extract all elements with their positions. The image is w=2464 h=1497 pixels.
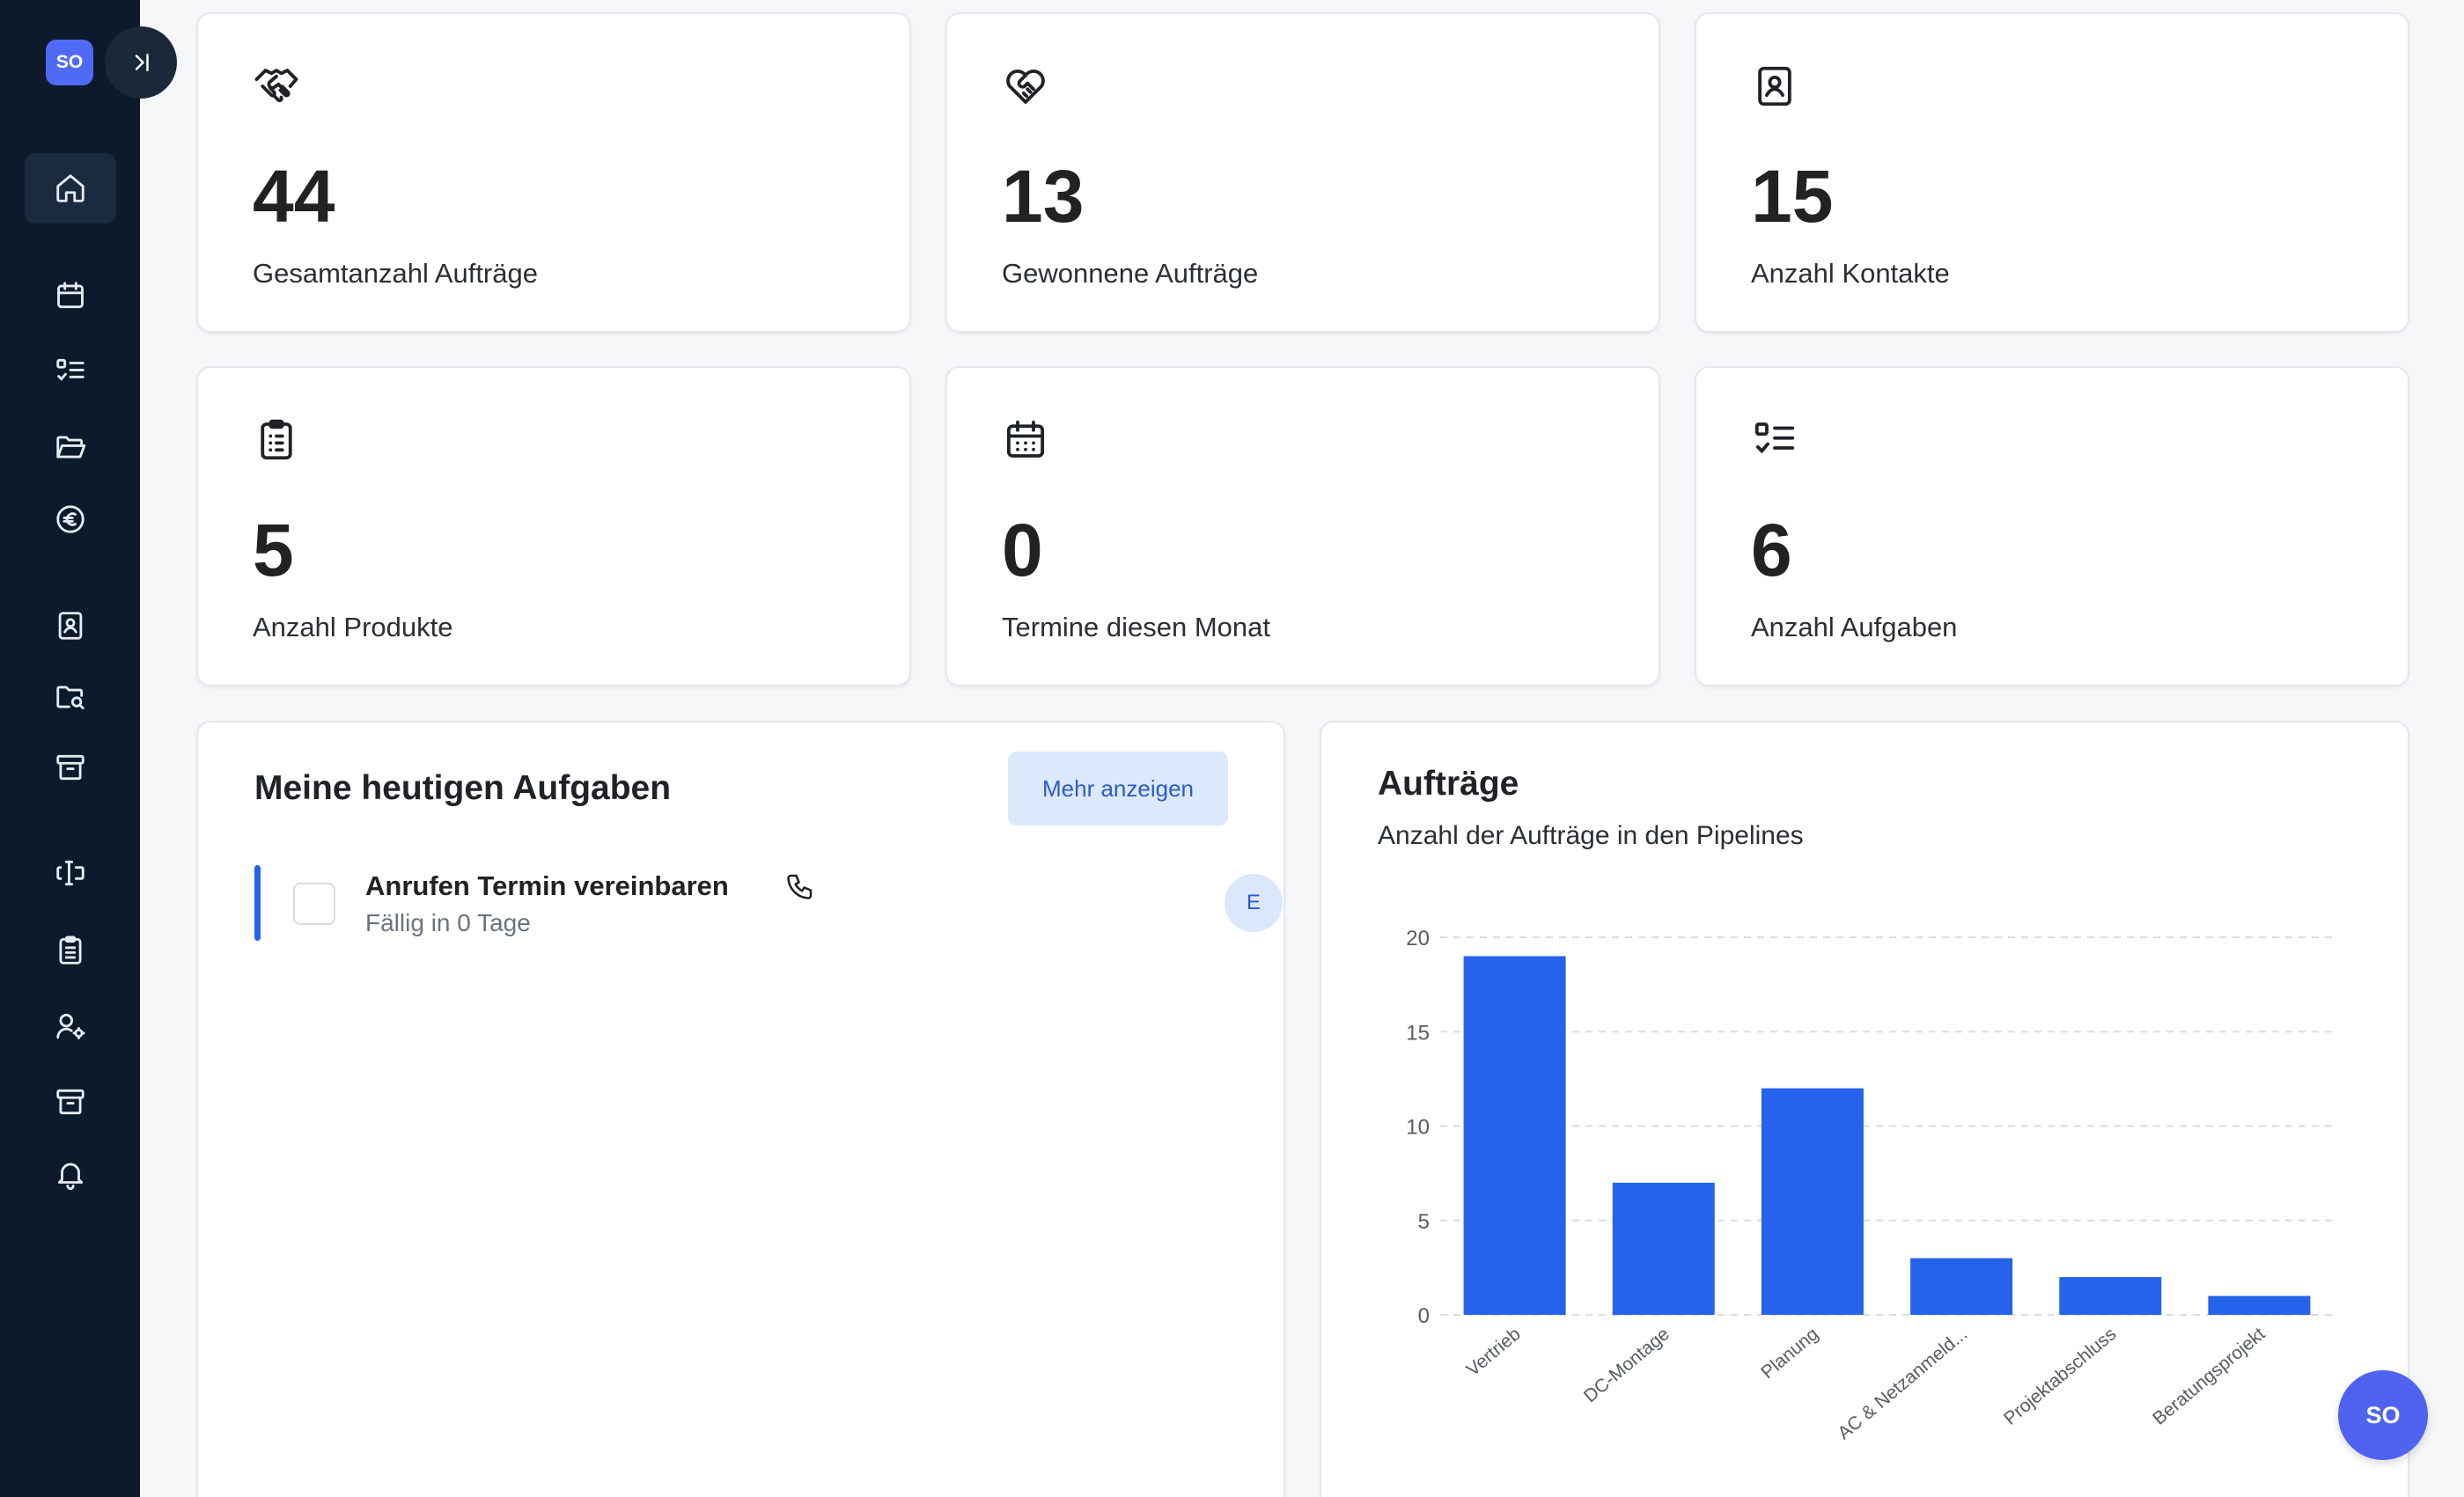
sidebar-item-archive[interactable] — [25, 732, 116, 803]
sidebar-collapse-button[interactable] — [105, 26, 177, 99]
sidebar-item-user-settings[interactable] — [25, 991, 116, 1061]
user-cog-icon — [56, 1013, 85, 1039]
y-tick-label: 15 — [1406, 1021, 1430, 1045]
archive-icon — [56, 754, 85, 781]
stat-card-contacts: 15 Anzahl Kontakte — [1695, 12, 2409, 333]
task-item[interactable]: Anrufen Termin vereinbaren Fällig in 0 T… — [254, 865, 1283, 943]
stat-label: Gesamtanzahl Aufträge — [253, 258, 538, 289]
stat-label: Anzahl Kontakte — [1751, 258, 1950, 289]
contact-book-icon — [1758, 66, 1791, 106]
sidebar: SO — [0, 0, 140, 1497]
archive-icon — [56, 1089, 85, 1115]
stat-value: 15 — [1751, 155, 1834, 238]
sidebar-item-clipboard[interactable] — [25, 915, 116, 986]
app-logo[interactable]: SO — [46, 40, 93, 85]
bar-0 — [1463, 956, 1566, 1315]
stat-card-total-orders: 44 Gesamtanzahl Aufträge — [196, 12, 911, 333]
folder-search-icon — [56, 686, 85, 710]
stat-label: Gewonnene Aufträge — [1002, 258, 1259, 289]
euro-icon — [56, 505, 85, 533]
x-tick-label: Vertrieb — [1463, 1324, 1525, 1380]
stat-card-products: 5 Anzahl Produkte — [196, 366, 911, 686]
text-cursor-icon — [56, 860, 85, 886]
bar-5 — [2208, 1295, 2311, 1315]
stat-value: 44 — [253, 155, 335, 238]
contact-book-icon — [58, 612, 83, 640]
sidebar-item-contacts[interactable] — [25, 591, 116, 661]
checklist-icon — [56, 358, 85, 381]
bar-3 — [1910, 1258, 2013, 1315]
stat-value: 6 — [1751, 509, 1792, 591]
bar-4 — [2059, 1277, 2162, 1315]
y-tick-label: 10 — [1406, 1116, 1430, 1140]
stat-label: Termine diesen Monat — [1002, 612, 1270, 642]
sidebar-item-projects[interactable] — [25, 412, 116, 482]
clipboard-icon — [59, 936, 82, 965]
phone-icon — [787, 874, 813, 899]
stat-card-won-orders: 13 Gewonnene Aufträge — [945, 12, 1660, 333]
calendar-icon — [57, 282, 84, 309]
stat-value: 0 — [1002, 509, 1043, 591]
y-tick-label: 5 — [1418, 1210, 1430, 1234]
tasks-panel-title: Meine heutigen Aufgaben — [254, 769, 672, 807]
orders-bar-chart: 0 5 10 15 20 Vertrieb DC-Montage Planung AC & Ne… — [1406, 927, 2334, 1443]
bar-2 — [1761, 1088, 1864, 1315]
sidebar-item-home[interactable] — [25, 153, 116, 224]
task-priority-bar — [254, 865, 261, 941]
x-tick-label: DC-Montage — [1580, 1324, 1673, 1406]
handshake-icon — [254, 69, 298, 103]
calendar-days-icon — [1006, 420, 1045, 458]
bell-icon — [57, 1163, 84, 1190]
sidebar-item-calendar[interactable] — [25, 261, 116, 331]
task-due-date: Fällig in 0 Tage — [365, 909, 531, 936]
x-tick-label: Projektabschluss — [2000, 1324, 2120, 1429]
sidebar-item-notifications[interactable] — [25, 1139, 116, 1209]
clipboard-list-icon — [261, 419, 292, 460]
sidebar-item-tasks[interactable] — [25, 336, 116, 407]
stat-card-tasks: 6 Anzahl Aufgaben — [1695, 366, 2409, 686]
task-title[interactable]: Anrufen Termin vereinbaren — [365, 870, 729, 902]
stat-label: Anzahl Produkte — [253, 612, 453, 642]
x-tick-label: Planung — [1757, 1324, 1822, 1383]
y-tick-label: 0 — [1418, 1304, 1430, 1328]
checklist-icon — [1754, 422, 1795, 454]
bar-1 — [1612, 1182, 1715, 1315]
orders-chart-panel: Aufträge Anzahl der Aufträge in den Pipe… — [1320, 721, 2409, 1497]
stat-card-appointments: 0 Termine diesen Monat — [945, 366, 1660, 686]
stat-label: Anzahl Aufgaben — [1751, 612, 1958, 642]
x-tick-label: Beratungsprojekt — [2149, 1324, 2269, 1429]
user-avatar-button[interactable]: SO — [2338, 1370, 2428, 1460]
today-tasks-panel: Meine heutigen Aufgaben Mehr anzeigen An… — [196, 721, 1285, 1497]
sidebar-item-finance[interactable] — [25, 484, 116, 554]
home-icon — [56, 174, 85, 202]
assignee-avatar[interactable]: E — [1225, 874, 1283, 932]
sidebar-item-search-folder[interactable] — [25, 662, 116, 732]
heart-handshake-icon — [1006, 69, 1045, 104]
stat-value: 5 — [253, 509, 294, 591]
folder-open-icon — [56, 436, 86, 459]
task-checkbox[interactable] — [293, 883, 335, 925]
sidebar-item-archive-2[interactable] — [25, 1067, 116, 1137]
x-tick-label: AC & Netzanmeld... — [1834, 1324, 1971, 1443]
show-more-button[interactable]: Mehr anzeigen — [1008, 752, 1228, 826]
y-tick-label: 20 — [1406, 927, 1430, 950]
sidebar-item-forms[interactable] — [25, 838, 116, 908]
stat-value: 13 — [1002, 155, 1085, 238]
chevron-right-bar-icon — [135, 54, 149, 71]
